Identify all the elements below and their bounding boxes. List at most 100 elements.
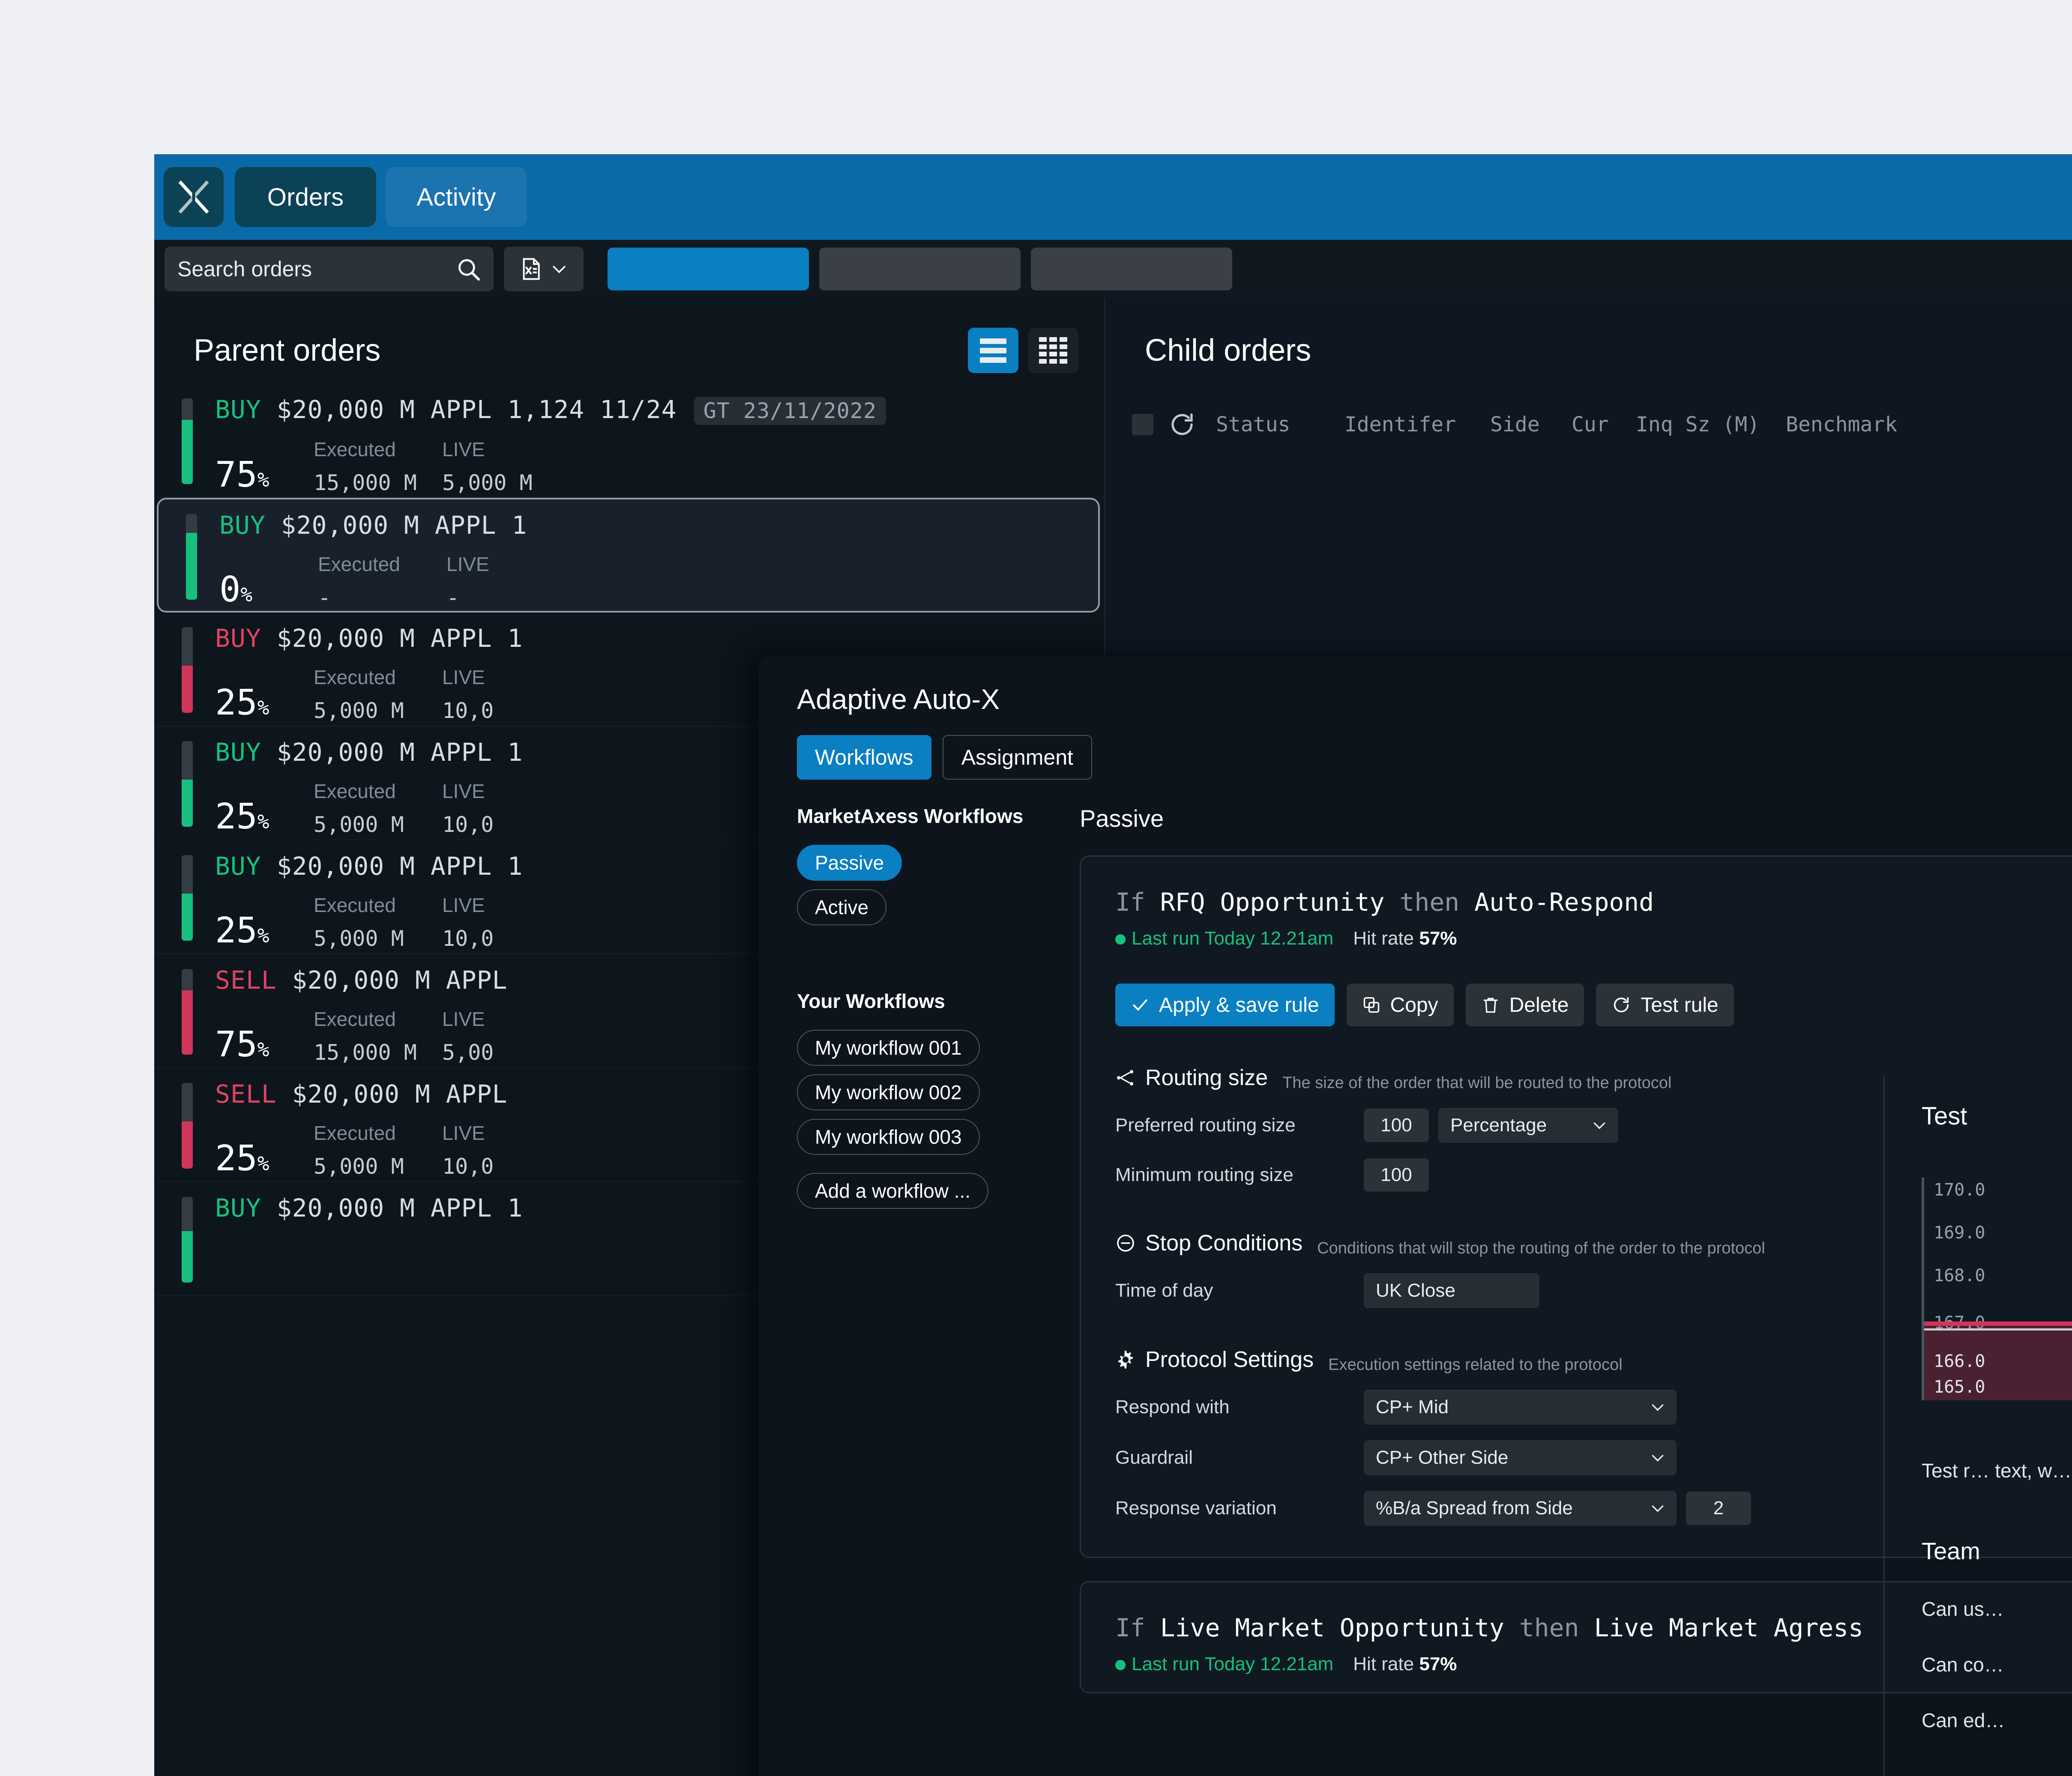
y-tick-4: 166.0 (1934, 1351, 1985, 1371)
test-rule-button[interactable]: Test rule (1596, 984, 1734, 1026)
list-view-icon-bar3 (980, 357, 1006, 363)
rule-1-action-buttons: Apply & save rule Copy Delete Test rule (1115, 984, 2072, 1026)
tab-workflows-label: Workflows (815, 745, 913, 769)
parent-orders-header: Parent orders (154, 298, 1104, 380)
list-view-button[interactable] (968, 328, 1018, 373)
add-workflow-button[interactable]: Add a workflow ... (797, 1173, 989, 1209)
protocol-settings-heading: Protocol Settings (1115, 1347, 1314, 1372)
time-of-day-value[interactable]: UK Close (1364, 1273, 1539, 1308)
order-executed: Executed 5,000 M (314, 894, 404, 951)
filter-pill-2[interactable] (819, 248, 1021, 290)
order-instrument: $20,000 M APPL 1 (281, 511, 527, 540)
rule-2-condition: Live Market Opportunity (1160, 1613, 1504, 1642)
order-summary-line: BUY $20,000 M APPL 1,124 11/24 GT 23/11/2… (215, 395, 1104, 425)
workflow-section-title: Passive (1080, 805, 1164, 832)
column-identifer[interactable]: Identifer (1344, 413, 1490, 437)
workflow-my-002[interactable]: My workflow 002 (797, 1074, 980, 1110)
rule-1-meta: Last run Today 12.21am Hit rate 57% (1115, 928, 2072, 949)
chevron-down-icon (1652, 1404, 1664, 1411)
apply-and-save-rule-button[interactable]: Apply & save rule (1115, 984, 1335, 1026)
test-panel-paragraph: Test r… text, w… (1922, 1459, 2072, 1482)
nav-tab-orders[interactable]: Orders (235, 167, 376, 227)
permission-can-copy[interactable]: Can co… (1922, 1653, 2072, 1676)
gear-icon (1118, 1351, 1133, 1369)
workflow-my-001[interactable]: My workflow 001 (797, 1030, 980, 1066)
screenshot-canvas: Orders Activity Search orders Parent ord… (0, 0, 2072, 1776)
tab-assignment[interactable]: Assignment (942, 735, 1092, 780)
order-fill-percent: 75% (215, 1024, 269, 1065)
preferred-routing-size-input[interactable]: 100 (1364, 1109, 1429, 1142)
order-metrics: 75% Executed 15,000 M LIVE 5,000 M (215, 438, 1104, 495)
select-all-checkbox[interactable] (1132, 414, 1153, 435)
delete-rule-label: Delete (1509, 993, 1569, 1017)
order-side: SELL (215, 966, 277, 995)
protocol-settings-description: Execution settings related to the protoc… (1328, 1356, 1623, 1374)
rule-1-condition: RFQ Opportunity (1160, 888, 1385, 917)
column-inq-sz[interactable]: Inq Sz (M) (1636, 413, 1786, 437)
order-live: LIVE 10,0 (442, 666, 494, 723)
order-time-in-force: GT 23/11/2022 (694, 397, 886, 425)
chevron-down-icon (1652, 1455, 1664, 1462)
order-side: BUY (215, 1193, 261, 1223)
workflow-my-003[interactable]: My workflow 003 (797, 1119, 980, 1155)
filter-pill-3[interactable] (1031, 248, 1232, 290)
time-of-day-label: Time of day (1115, 1280, 1213, 1301)
response-variation-select[interactable]: %B/a Spread from Side (1364, 1491, 1677, 1526)
response-variation-label: Response variation (1115, 1498, 1277, 1519)
order-progress-bar (182, 627, 193, 713)
workflow-active[interactable]: Active (797, 889, 887, 925)
permission-can-use[interactable]: Can us… (1922, 1597, 2072, 1621)
search-orders-field[interactable]: Search orders (165, 247, 494, 291)
order-side: SELL (215, 1079, 277, 1109)
order-fill-percent: 25% (215, 682, 269, 723)
chevron-down-icon (553, 266, 566, 273)
parent-order-row[interactable]: BUY $20,000 M APPL 1 0% Executed - LIVE - (157, 498, 1100, 613)
delete-rule-button[interactable]: Delete (1465, 984, 1584, 1026)
order-instrument: $20,000 M APPL (292, 966, 508, 995)
column-status[interactable]: Status (1216, 413, 1344, 437)
grid-view-button[interactable] (1028, 328, 1078, 373)
permission-can-edit[interactable]: Can ed… (1922, 1709, 2072, 1732)
refresh-icon[interactable] (1168, 410, 1196, 439)
filter-pill-1[interactable] (608, 248, 809, 290)
order-instrument: $20,000 M APPL 1 (276, 1193, 523, 1223)
order-progress-bar (182, 1197, 193, 1283)
nav-tab-activity[interactable]: Activity (386, 167, 527, 227)
stop-conditions-description: Conditions that will stop the routing of… (1317, 1239, 1765, 1257)
guardrail-select[interactable]: CP+ Other Side (1364, 1440, 1677, 1475)
refresh-icon (1614, 997, 1629, 1013)
respond-with-select[interactable]: CP+ Mid (1364, 1390, 1677, 1425)
search-input[interactable]: Search orders (177, 257, 312, 281)
response-variation-input[interactable]: 2 (1686, 1492, 1751, 1525)
copy-rule-button[interactable]: Copy (1346, 984, 1454, 1026)
workflow-passive[interactable]: Passive (797, 845, 902, 881)
order-side: BUY (215, 738, 261, 767)
rule-1-then-keyword: then (1399, 888, 1460, 917)
order-fill-percent: 25% (215, 1138, 269, 1179)
column-cur[interactable]: Cur (1572, 413, 1636, 437)
tab-assignment-label: Assignment (961, 745, 1073, 769)
your-workflows-heading: Your Workflows (797, 990, 945, 1012)
export-orders-button[interactable] (504, 247, 584, 291)
column-side[interactable]: Side (1490, 413, 1572, 437)
order-fill-percent: 75% (215, 454, 269, 495)
market-workflow-list: Passive Active (797, 845, 1080, 934)
column-benchmark[interactable]: Benchmark (1786, 413, 1931, 437)
rule-1-action: Auto-Respond (1474, 888, 1654, 917)
order-live: LIVE 10,0 (442, 894, 494, 951)
tab-workflows[interactable]: Workflows (797, 735, 931, 780)
order-fill-percent: 25% (215, 910, 269, 951)
route-icon (1117, 1070, 1133, 1085)
list-view-icon-bar2 (980, 347, 1006, 353)
modal-title: Adaptive Auto-X (797, 683, 1000, 715)
rule-2-action: Live Market Agress (1594, 1613, 1863, 1642)
order-details: BUY $20,000 M APPL 1,124 11/24 GT 23/11/2… (215, 395, 1104, 495)
y-tick-0: 170.0 (1934, 1180, 1985, 1200)
order-summary-line: BUY $20,000 M APPL 1 (215, 624, 1104, 653)
minimum-routing-size-input[interactable]: 100 (1364, 1158, 1429, 1192)
order-instrument: $20,000 M APPL 1 (276, 738, 523, 767)
preferred-routing-size-unit-select[interactable]: Percentage (1438, 1108, 1618, 1143)
app-logo[interactable] (164, 167, 224, 227)
parent-orders-title: Parent orders (194, 333, 381, 368)
parent-order-row[interactable]: BUY $20,000 M APPL 1,124 11/24 GT 23/11/2… (154, 384, 1104, 498)
